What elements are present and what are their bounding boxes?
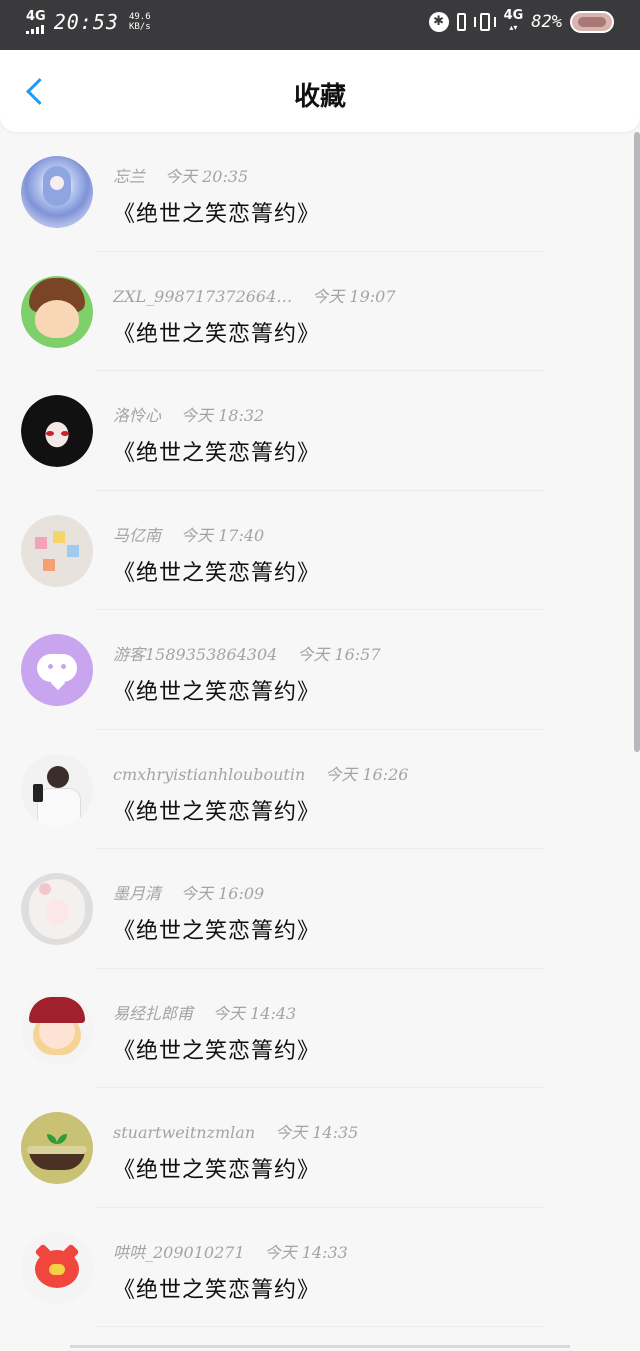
item-meta: ZXL_998717372664… 今天 19:07	[113, 283, 396, 307]
item-meta: 忘兰 今天 20:35	[113, 163, 248, 187]
username: 墨月清	[113, 884, 162, 903]
list-item[interactable]: 洛怜心 今天 18:32 《绝世之笑恋箐约》	[0, 371, 640, 491]
item-meta: cmxhryistianhlouboutin 今天 16:26	[113, 761, 408, 785]
item-meta: 易经扎郎甫 今天 14:43	[113, 1000, 296, 1024]
avatar[interactable]	[21, 514, 93, 587]
status-bar-right: ✱ 4G ▴▾ 82%	[428, 8, 614, 34]
username: cmxhryistianhlouboutin	[113, 764, 306, 784]
data-type-icon: 4G ▴▾	[503, 8, 524, 32]
avatar[interactable]	[21, 1231, 93, 1304]
avatar[interactable]	[21, 873, 93, 945]
item-meta: 洛怜心 今天 18:32	[113, 402, 264, 426]
divider	[96, 1326, 544, 1327]
timestamp: 今天 20:35	[165, 167, 249, 186]
list-item[interactable]: 游客1589353864304 今天 16:57 《绝世之笑恋箐约》	[0, 610, 640, 730]
item-meta: 游客1589353864304 今天 16:57	[113, 641, 381, 665]
avatar[interactable]	[21, 753, 93, 826]
timestamp: 今天 16:09	[181, 884, 265, 903]
timestamp: 今天 17:40	[181, 525, 265, 545]
avatar[interactable]	[21, 395, 93, 467]
username: 哄哄_209010271	[113, 1242, 245, 1262]
item-content: 《绝世之笑恋箐约》	[113, 560, 321, 586]
username: 忘兰	[113, 167, 146, 186]
list-item[interactable]: stuartweitnzmlan 今天 14:35 《绝世之笑恋箐约》	[0, 1088, 640, 1208]
sim-icon	[456, 13, 466, 31]
item-content: 《绝世之笑恋箐约》	[113, 1038, 321, 1064]
username: ZXL_998717372664…	[113, 286, 293, 306]
bluetooth-icon: ✱	[428, 12, 449, 32]
avatar[interactable]	[21, 634, 93, 706]
timestamp: 今天 14:43	[213, 1003, 297, 1023]
username: 游客1589353864304	[113, 645, 278, 664]
username: stuartweitnzmlan	[113, 1123, 256, 1142]
item-content: 《绝世之笑恋箐约》	[113, 799, 321, 825]
username: 易经扎郎甫	[113, 1003, 194, 1023]
list-item[interactable]: 忘兰 今天 20:35 《绝世之笑恋箐约》	[0, 132, 640, 252]
network-type: 4G	[26, 9, 46, 24]
avatar[interactable]	[21, 992, 93, 1065]
item-content: 《绝世之笑恋箐约》	[113, 321, 321, 347]
timestamp: 今天 19:07	[312, 286, 396, 306]
favorites-list: 忘兰 今天 20:35 《绝世之笑恋箐约》 ZXL_998717372664… …	[0, 132, 640, 1327]
divider	[70, 1345, 570, 1348]
data-type-label: 4G	[503, 8, 524, 23]
signal-icon: 4G	[26, 10, 46, 34]
list-item[interactable]: cmxhryistianhlouboutin 今天 16:26 《绝世之笑恋箐约…	[0, 730, 640, 849]
list-item[interactable]: ZXL_998717372664… 今天 19:07 《绝世之笑恋箐约》	[0, 252, 640, 371]
item-content: 《绝世之笑恋箐约》	[113, 919, 321, 944]
avatar[interactable]	[21, 156, 93, 228]
list-item[interactable]: 墨月清 今天 16:09 《绝世之笑恋箐约》	[0, 849, 640, 969]
item-meta: 墨月清 今天 16:09	[113, 880, 264, 904]
battery-percent: 82%	[531, 12, 562, 32]
list-item[interactable]: 马亿南 今天 17:40 《绝世之笑恋箐约》	[0, 491, 640, 610]
status-bar: 4G 20:53 49.6 KB/s ✱ 4G ▴▾ 82%	[0, 0, 640, 50]
vibrate-icon	[473, 12, 496, 32]
avatar[interactable]	[21, 1112, 93, 1184]
username: 马亿南	[113, 525, 162, 545]
list-item[interactable]: 易经扎郎甫 今天 14:43 《绝世之笑恋箐约》	[0, 969, 640, 1088]
timestamp: 今天 16:57	[297, 645, 381, 664]
item-meta: 马亿南 今天 17:40	[113, 522, 264, 546]
username: 洛怜心	[113, 406, 162, 425]
item-content: 《绝世之笑恋箐约》	[113, 680, 321, 705]
battery-icon	[570, 11, 614, 33]
scrollbar[interactable]	[634, 132, 640, 752]
item-content: 《绝世之笑恋箐约》	[113, 202, 321, 227]
item-content: 《绝世之笑恋箐约》	[113, 1158, 321, 1183]
timestamp: 今天 18:32	[181, 406, 265, 425]
speed-unit: KB/s	[128, 22, 151, 32]
item-content: 《绝世之笑恋箐约》	[113, 1277, 321, 1303]
item-content: 《绝世之笑恋箐约》	[113, 441, 321, 466]
timestamp: 今天 16:26	[325, 764, 409, 784]
speed-value: 49.6	[128, 12, 151, 22]
network-speed: 49.6 KB/s	[129, 12, 151, 32]
header: 收藏	[0, 50, 640, 132]
timestamp: 今天 14:33	[264, 1242, 348, 1262]
item-meta: stuartweitnzmlan 今天 14:35	[113, 1119, 358, 1143]
avatar[interactable]	[21, 275, 93, 348]
page-title: 收藏	[293, 82, 346, 112]
clock: 20:53	[53, 10, 119, 34]
list-item[interactable]: 哄哄_209010271 今天 14:33 《绝世之笑恋箐约》	[0, 1208, 640, 1327]
item-meta: 哄哄_209010271 今天 14:33	[113, 1239, 348, 1263]
timestamp: 今天 14:35	[275, 1123, 359, 1142]
status-bar-left: 4G 20:53 49.6 KB/s	[26, 10, 151, 34]
